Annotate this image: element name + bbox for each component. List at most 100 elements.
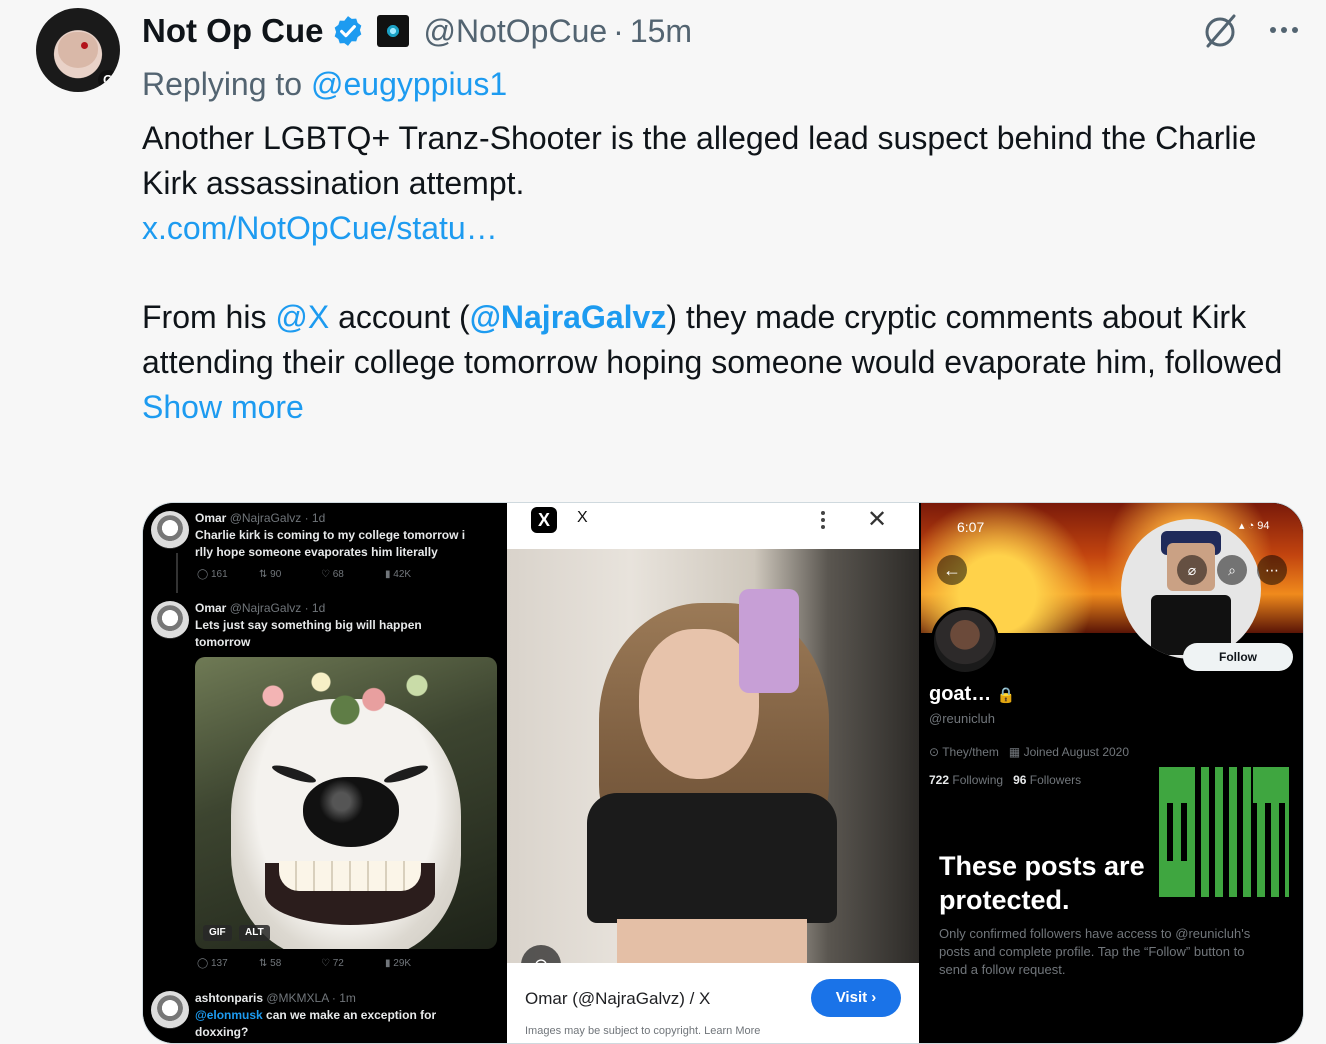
avatar-dot [81, 42, 88, 49]
media-panel-lens[interactable]: X X ✕ ⊙ Omar (@NajraGalvz) / X Visit › I… [507, 503, 919, 1043]
post1-views: ▮ 42K [385, 569, 412, 580]
post1-actions: ◯ 161 ⇅ 90 ♡ 68 ▮ 42K [197, 569, 449, 580]
show-more-link[interactable]: Show more [142, 389, 304, 425]
post2-likes: ♡ 72 [321, 958, 344, 969]
profile-pronouns: They/them [942, 745, 999, 759]
lens-source-label: X [577, 509, 588, 526]
post1-line1: Charlie kirk is coming to my college tom… [195, 528, 466, 542]
flower-crown [225, 661, 465, 731]
post-avatar [151, 601, 189, 639]
calendar-icon: ▦ [1008, 745, 1021, 759]
verified-badge-icon[interactable] [331, 14, 365, 48]
post1-author: Omar @NajraGalvz · 1d [195, 511, 325, 525]
protected-description: Only confirmed followers have access to … [939, 926, 1251, 977]
mention-najragalvz[interactable]: @NajraGalvz [470, 299, 667, 335]
media-grid[interactable]: Omar @NajraGalvz · 1d Charlie kirk is co… [142, 502, 1304, 1044]
more-options-icon[interactable] [1262, 10, 1306, 50]
profile-avatar [931, 607, 999, 675]
grok-icon[interactable] [1200, 10, 1242, 52]
mention-x[interactable]: @X [275, 299, 329, 335]
back-arrow-icon[interactable]: ← [937, 555, 967, 585]
avatar-q-badge: Q [98, 70, 118, 90]
post2-line2: tomorrow [195, 635, 251, 649]
post1-meta: @NajraGalvz · 1d [229, 511, 326, 525]
post3-mention: @elonmusk [195, 1008, 263, 1022]
profile-joined: Joined August 2020 [1023, 745, 1130, 759]
post2-name: Omar [195, 601, 227, 615]
search-icon[interactable]: ⌕ [1217, 555, 1247, 585]
post2-replies: ◯ 137 [197, 958, 228, 969]
post2-author: Omar @NajraGalvz · 1d [195, 601, 325, 615]
thread-line [176, 553, 178, 593]
post2-line1: Lets just say something big will happen [195, 618, 422, 632]
qr-code-overlay [1159, 767, 1289, 897]
post3-meta: @MKMXLA · 1m [266, 991, 356, 1005]
profile-meta: ⊙ They/them ▦ Joined August 2020 [929, 745, 1129, 759]
author-handle[interactable]: @NotOpCue [423, 13, 607, 50]
avatar-hand [58, 32, 98, 68]
tweet-text: Another LGBTQ+ Tranz-Shooter is the alle… [142, 116, 1302, 430]
profile-follow-counts: 722 Following 96 Followers [929, 773, 1081, 787]
grok-icon[interactable]: ⌀ [1177, 555, 1207, 585]
following-count: 722 [929, 773, 950, 787]
lens-top-bar: X X ✕ [507, 503, 919, 549]
location-pin-icon: ⊙ [929, 745, 940, 759]
p2-text-a: From his [142, 299, 276, 335]
tweet-header: Not Op Cue @NotOpCue · 15m [142, 10, 692, 52]
dog-teeth [279, 861, 421, 891]
post2-text: Lets just say something big will happen t… [195, 617, 422, 651]
x-logo-icon: X [531, 507, 557, 533]
profile-name: goat… 🔒 [929, 683, 1016, 705]
post1-line2: rlly hope someone evaporates him literal… [195, 545, 438, 559]
result-title[interactable]: Omar (@NajraGalvz) / X [525, 989, 710, 1009]
replying-to-label: Replying to [142, 66, 303, 102]
followers-count: 96 [1013, 773, 1027, 787]
post1-likes: ♡ 68 [321, 569, 344, 580]
lock-icon: 🔒 [996, 687, 1016, 704]
post1-replies: ◯ 161 [197, 569, 228, 580]
photo-midriff [617, 919, 807, 963]
meta-separator: · [613, 12, 624, 49]
alt-badge: ALT [239, 925, 270, 941]
gif-badge: GIF [203, 925, 232, 941]
p2-text-b: account ( [329, 299, 470, 335]
replying-to-handle[interactable]: @eugyppius1 [311, 66, 507, 102]
more-icon[interactable]: ⋯ [1257, 555, 1287, 585]
post3-line2: doxxing? [195, 1025, 249, 1039]
post3-name: ashtonparis [195, 991, 264, 1005]
photo-shirt [587, 793, 837, 923]
post2-reposts: ⇅ 58 [259, 958, 282, 969]
post-avatar [151, 991, 189, 1029]
affiliate-badge-icon[interactable] [377, 15, 410, 47]
post3-line1: can we make an exception for [262, 1008, 437, 1022]
status-clock: 6:07 [957, 519, 985, 535]
profile-handle: @reunicluh [929, 711, 995, 726]
followers-label: Followers [1026, 773, 1082, 787]
photo-phone [739, 589, 799, 693]
copyright-note: Images may be subject to copyright. Lear… [525, 1025, 761, 1037]
follow-button[interactable]: Follow [1183, 643, 1293, 671]
lens-result-footer: Omar (@NajraGalvz) / X Visit › Images ma… [507, 963, 919, 1043]
replying-to: Replying to @eugyppius1 [142, 66, 507, 103]
post2-actions: ◯ 137 ⇅ 58 ♡ 72 ▮ 29K [197, 958, 449, 969]
visit-button[interactable]: Visit › [811, 979, 901, 1017]
author-avatar[interactable]: Q [36, 8, 120, 92]
post1-name: Omar [195, 511, 227, 525]
post-avatar [151, 511, 189, 549]
author-name[interactable]: Not Op Cue [142, 12, 323, 50]
tweet-line-1: Another LGBTQ+ Tranz-Shooter is the alle… [142, 120, 1257, 201]
post1-text: Charlie kirk is coming to my college tom… [195, 527, 465, 561]
tweet-time[interactable]: 15m [630, 13, 692, 50]
media-panel-profile[interactable]: 6:07 ▴ ◔ 94 ← ⌀ ⌕ ⋯ Follow goat… 🔒 @reun… [921, 503, 1303, 1043]
protected-heading: These posts are protected. [939, 851, 1145, 915]
post3-author: ashtonparis @MKMXLA · 1m [195, 991, 356, 1005]
kebab-menu-icon[interactable] [819, 509, 827, 531]
tweet-link[interactable]: x.com/NotOpCue/statu… [142, 210, 498, 246]
close-icon[interactable]: ✕ [867, 505, 887, 534]
post1-reposts: ⇅ 90 [259, 569, 282, 580]
lens-icon[interactable]: ⊙ [521, 945, 561, 963]
media-panel-posts[interactable]: Omar @NajraGalvz · 1d Charlie kirk is co… [143, 503, 505, 1043]
following-label: Following [949, 773, 1004, 787]
status-icons: ▴ ◔ 94 [1239, 520, 1270, 532]
smiling-dog-gif: GIF ALT [195, 657, 497, 949]
